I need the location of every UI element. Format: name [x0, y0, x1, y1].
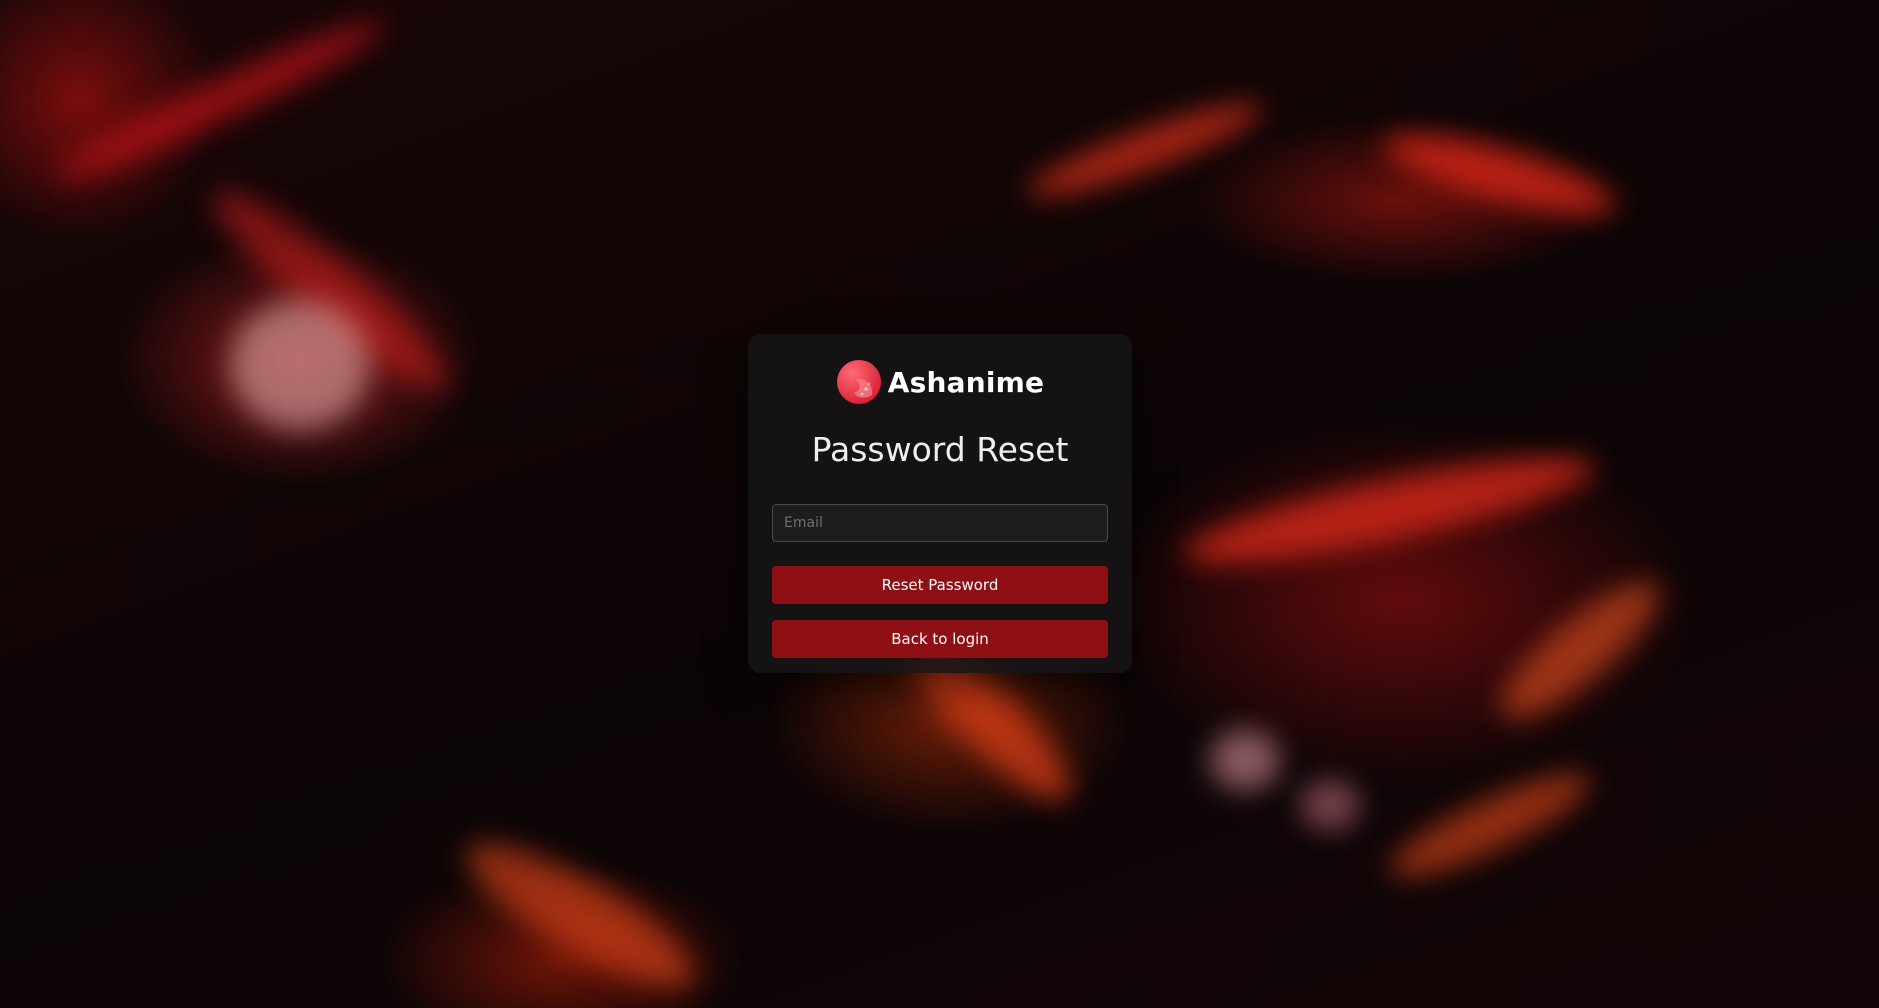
back-to-login-button[interactable]: Back to login: [772, 620, 1108, 658]
email-field[interactable]: [772, 504, 1108, 542]
red-planet-icon: [836, 360, 881, 404]
brand-name: Ashanime: [887, 365, 1045, 399]
page-title: Password Reset: [811, 430, 1069, 469]
password-reset-card: Ashanime Password Reset Reset Password B…: [748, 334, 1132, 673]
brand-header: Ashanime: [748, 359, 1132, 405]
reset-password-button[interactable]: Reset Password: [772, 566, 1108, 604]
